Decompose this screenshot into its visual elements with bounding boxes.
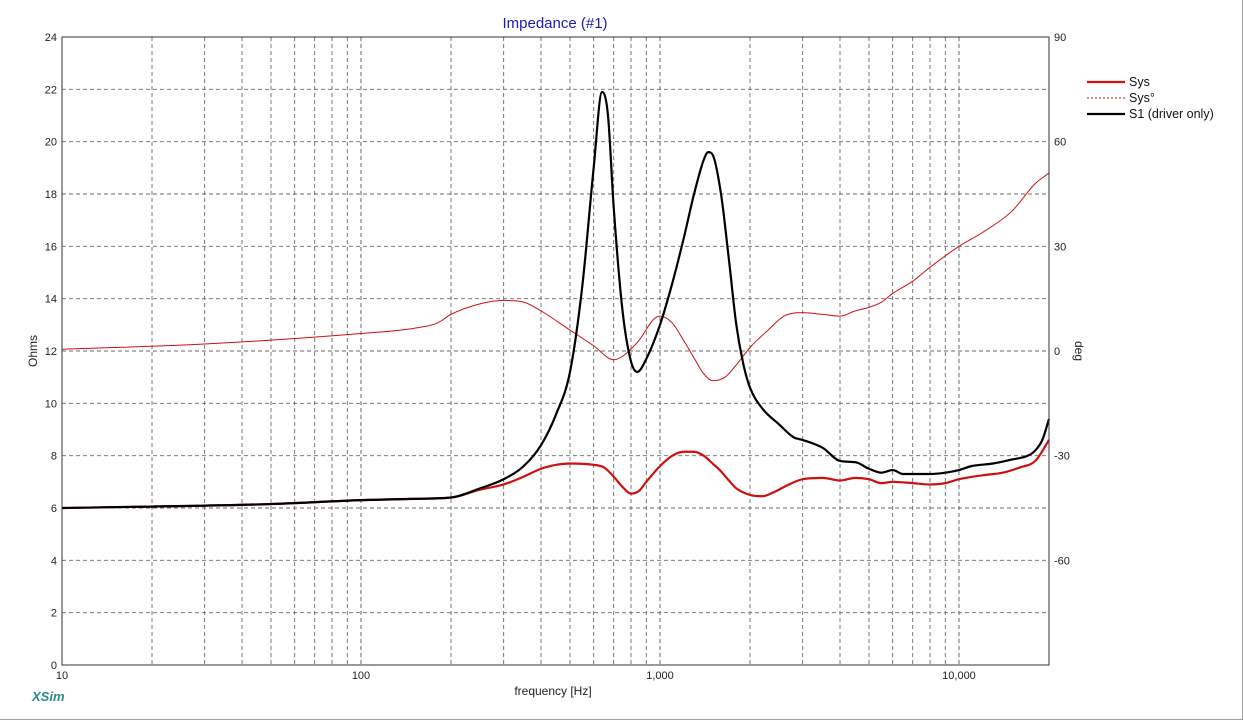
x-axis-label: frequency [Hz] <box>514 684 591 698</box>
legend: Sys Sys° S1 (driver only) <box>1087 75 1214 121</box>
x-tick-label: 100 <box>352 670 370 682</box>
y-tick-label-left: 0 <box>51 660 57 672</box>
y-tick-label-left: 24 <box>45 32 57 44</box>
y-tick-label-right: -30 <box>1054 451 1070 463</box>
impedance-chart: Impedance (#1) 10 100 1,000 10,000024681012… <box>26 15 1214 704</box>
xsim-logo: XSim <box>31 689 65 704</box>
chart-window: Impedance (#1) 10 100 1,000 10,000 0 2 4 6 8 10 12… <box>0 0 1243 720</box>
series-line-1 <box>61 172 1050 382</box>
y-tick-label-left: 14 <box>45 294 57 306</box>
legend-label: Sys <box>1129 75 1150 89</box>
y-tick-label-left: 6 <box>51 503 57 515</box>
y-axis-label-left: Ohms <box>26 335 40 367</box>
y-tick-label-right: -60 <box>1054 555 1070 567</box>
tick-labels: 10 100 1,000 10,000024681012141618202224 906… <box>45 32 1070 682</box>
y-tick-label-right: 60 <box>1054 137 1066 149</box>
x-tick-label: 10 <box>56 670 68 682</box>
y-tick-label-left: 12 <box>45 346 57 358</box>
y-tick-label-left: 16 <box>45 241 57 253</box>
legend-label: S1 (driver only) <box>1129 107 1214 121</box>
chart-title: Impedance (#1) <box>502 15 607 32</box>
y-axis-label-right: deg <box>1072 341 1086 361</box>
y-tick-label-left: 10 <box>45 398 57 410</box>
y-tick-label-right: 0 <box>1054 346 1060 358</box>
legend-label: Sys° <box>1129 91 1155 105</box>
grid <box>62 37 1050 665</box>
series-line-2 <box>61 90 1051 510</box>
x-tick-label: 1,000 <box>646 670 674 682</box>
x-tick-label: 10,000 <box>942 670 976 682</box>
y-tick-label-right: 90 <box>1054 32 1066 44</box>
y-tick-label-left: 18 <box>45 189 57 201</box>
curves <box>61 90 1051 510</box>
y-tick-label-left: 8 <box>51 451 57 463</box>
y-tick-label-left: 4 <box>51 555 57 567</box>
y-tick-label-left: 22 <box>45 84 57 96</box>
y-tick-label-left: 20 <box>45 137 57 149</box>
y-tick-label-left: 2 <box>51 608 57 620</box>
y-tick-label-right: 30 <box>1054 241 1066 253</box>
